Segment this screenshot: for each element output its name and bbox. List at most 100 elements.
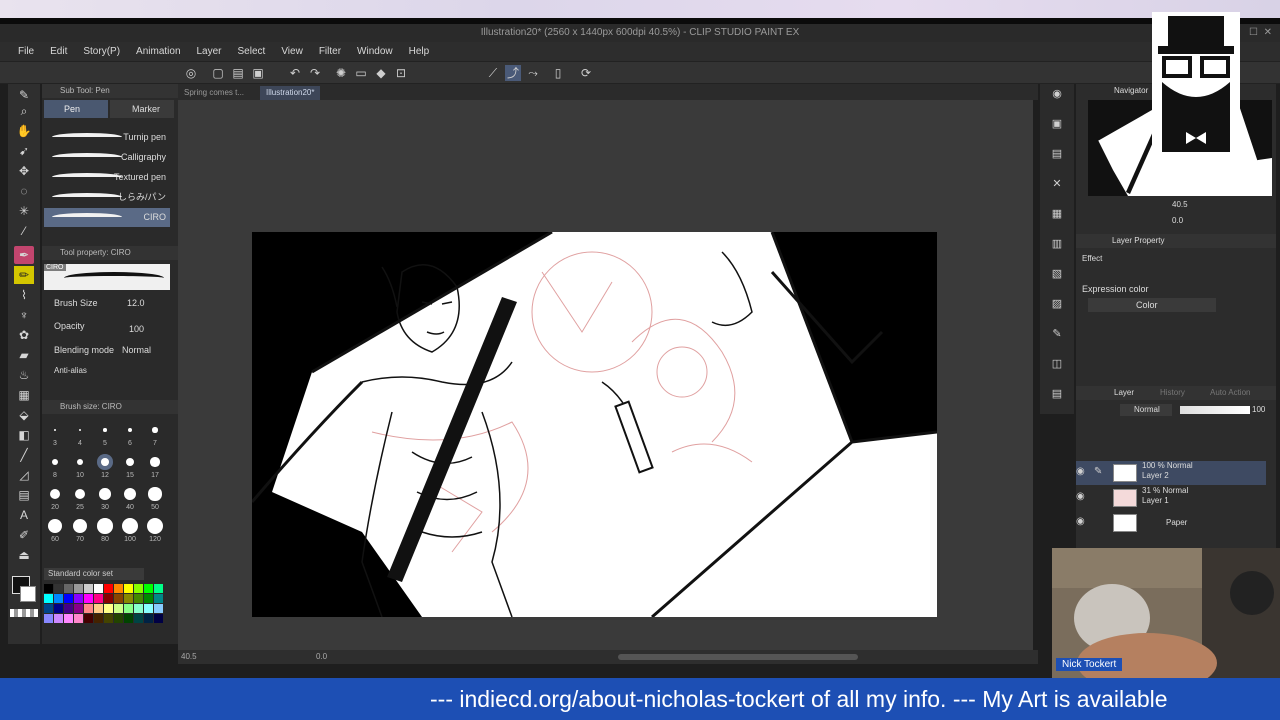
eyedropper-icon[interactable]: ⁄ xyxy=(14,222,34,240)
brush-size-dot[interactable] xyxy=(48,519,62,533)
layer-row[interactable]: ◉ 31 % Normal Layer 1 xyxy=(1076,486,1266,510)
blending-mode-select[interactable]: Normal xyxy=(122,345,151,355)
color-swatch[interactable] xyxy=(144,614,153,623)
brush-size-dot[interactable] xyxy=(152,427,158,433)
color-swatch[interactable] xyxy=(74,594,83,603)
clip-studio-icon[interactable]: ◎ xyxy=(183,65,199,81)
angle-value[interactable]: 0.0 xyxy=(316,650,327,664)
gradient-icon[interactable]: ◧ xyxy=(14,426,34,444)
brush-size-dot[interactable] xyxy=(54,429,56,431)
open-file-icon[interactable]: ▤ xyxy=(230,65,246,81)
save-icon[interactable]: ▣ xyxy=(250,65,266,81)
operation-tool-icon[interactable]: ➹ xyxy=(14,142,34,160)
history-icon[interactable]: ◫ xyxy=(1048,356,1066,372)
color-swatch[interactable] xyxy=(64,604,73,613)
brush-size-dot[interactable] xyxy=(52,459,58,465)
color-swatch[interactable] xyxy=(114,614,123,623)
tab-layer[interactable]: Layer xyxy=(1114,388,1134,397)
color-swatch[interactable] xyxy=(94,614,103,623)
color-swatch[interactable] xyxy=(74,584,83,593)
color-swatch[interactable] xyxy=(44,614,53,623)
color-swatch[interactable] xyxy=(74,604,83,613)
layer-blend-select[interactable]: Normal xyxy=(1120,404,1172,416)
navigator-icon[interactable]: ◉ xyxy=(1048,86,1066,102)
menu-edit[interactable]: Edit xyxy=(42,42,75,62)
brush-item[interactable]: Turnip pen xyxy=(44,128,170,147)
menu-filter[interactable]: Filter xyxy=(311,42,349,62)
close-panel-icon[interactable]: ✕ xyxy=(1048,176,1066,192)
brush-size-dot[interactable] xyxy=(99,488,111,500)
new-file-icon[interactable]: ▢ xyxy=(210,65,226,81)
balloon-icon[interactable]: ✐ xyxy=(14,526,34,544)
brush-size-dot[interactable] xyxy=(150,457,160,467)
color-swatch[interactable] xyxy=(104,584,113,593)
color-set-select[interactable]: Standard color set xyxy=(44,568,144,580)
transparent-color-swatch[interactable] xyxy=(10,609,38,617)
eye-icon[interactable]: ◉ xyxy=(1076,516,1085,527)
color-swatch[interactable] xyxy=(134,604,143,613)
color-swatch[interactable] xyxy=(104,594,113,603)
layer-row[interactable]: ◉ Paper xyxy=(1076,511,1266,535)
close-icon[interactable]: ✕ xyxy=(1264,24,1272,42)
zoom-value[interactable]: 40.5 xyxy=(181,650,197,664)
brush-size-dot[interactable] xyxy=(148,487,162,501)
brush-item[interactable]: しらみ/パン xyxy=(44,188,170,207)
color-swatch[interactable] xyxy=(144,584,153,593)
snap-special-ruler-icon[interactable]: ⤴ xyxy=(505,65,521,81)
tab-illustration20[interactable]: Illustration20* xyxy=(260,86,321,100)
edit-icon[interactable]: ✎ xyxy=(1048,326,1066,342)
menu-view[interactable]: View xyxy=(273,42,311,62)
tab-spring-comes[interactable]: Spring comes t... xyxy=(178,86,250,100)
loading-icon[interactable]: ✺ xyxy=(333,65,349,81)
tab-auto-action[interactable]: Auto Action xyxy=(1210,388,1250,397)
brush-size-dot[interactable] xyxy=(50,489,60,499)
ruler-icon[interactable]: ▤ xyxy=(14,486,34,504)
color-swatch[interactable] xyxy=(154,614,163,623)
menu-window[interactable]: Window xyxy=(349,42,401,62)
menu-animation[interactable]: Animation xyxy=(128,42,188,62)
auto-action-icon[interactable]: ▤ xyxy=(1048,386,1066,402)
animation-icon[interactable]: ▧ xyxy=(1048,266,1066,282)
layer-opacity-value[interactable]: 100 xyxy=(1252,405,1265,414)
color-swatch[interactable] xyxy=(114,594,123,603)
color-swatch[interactable] xyxy=(64,594,73,603)
tab-pen[interactable]: Pen xyxy=(44,100,108,118)
color-swatch[interactable] xyxy=(104,604,113,613)
color-swatch[interactable] xyxy=(84,594,93,603)
info-icon[interactable]: ▤ xyxy=(1048,146,1066,162)
color-swatch[interactable] xyxy=(154,594,163,603)
fill-icon[interactable]: ◆ xyxy=(373,65,389,81)
brush-item[interactable]: Textured pen xyxy=(44,168,170,187)
color-swatch[interactable] xyxy=(134,614,143,623)
frame-icon[interactable]: ◿ xyxy=(14,466,34,484)
fill-bucket-icon[interactable]: ⬙ xyxy=(14,406,34,424)
brush-size-dot[interactable] xyxy=(97,518,113,534)
brush-size-dot[interactable] xyxy=(123,487,137,501)
zoom-tool-icon[interactable]: ⌕ xyxy=(14,102,34,120)
color-swatch[interactable] xyxy=(54,604,63,613)
brush-size-dot[interactable] xyxy=(78,428,82,432)
brush-size-dot[interactable] xyxy=(127,427,133,433)
companion-icon[interactable]: ⟳ xyxy=(578,65,594,81)
blend-icon[interactable]: ♨ xyxy=(14,366,34,384)
brush-size-dot[interactable] xyxy=(125,457,135,467)
transform-icon[interactable]: ⊡ xyxy=(393,65,409,81)
color-swatch[interactable] xyxy=(114,604,123,613)
maximize-icon[interactable]: ☐ xyxy=(1249,24,1258,42)
sub-color-swatch[interactable] xyxy=(20,586,36,602)
color-swatch[interactable] xyxy=(154,604,163,613)
brush-size-dot[interactable] xyxy=(103,428,107,432)
color-swatch[interactable] xyxy=(64,584,73,593)
color-swatch[interactable] xyxy=(84,604,93,613)
color-swatch[interactable] xyxy=(154,584,163,593)
move-layer-icon[interactable]: ✥ xyxy=(14,162,34,180)
decoration-icon[interactable]: ✿ xyxy=(14,326,34,344)
pen-icon[interactable]: ✒ xyxy=(14,246,34,264)
snap-ruler-icon[interactable]: ⟋ xyxy=(485,65,501,81)
layer-property-icon[interactable]: ▨ xyxy=(1048,296,1066,312)
snap-grid-icon[interactable]: ⤳ xyxy=(525,65,541,81)
color-swatch[interactable] xyxy=(64,614,73,623)
color-swatch[interactable] xyxy=(44,594,53,603)
color-swatch[interactable] xyxy=(114,584,123,593)
eye-icon[interactable]: ◉ xyxy=(1076,491,1085,502)
